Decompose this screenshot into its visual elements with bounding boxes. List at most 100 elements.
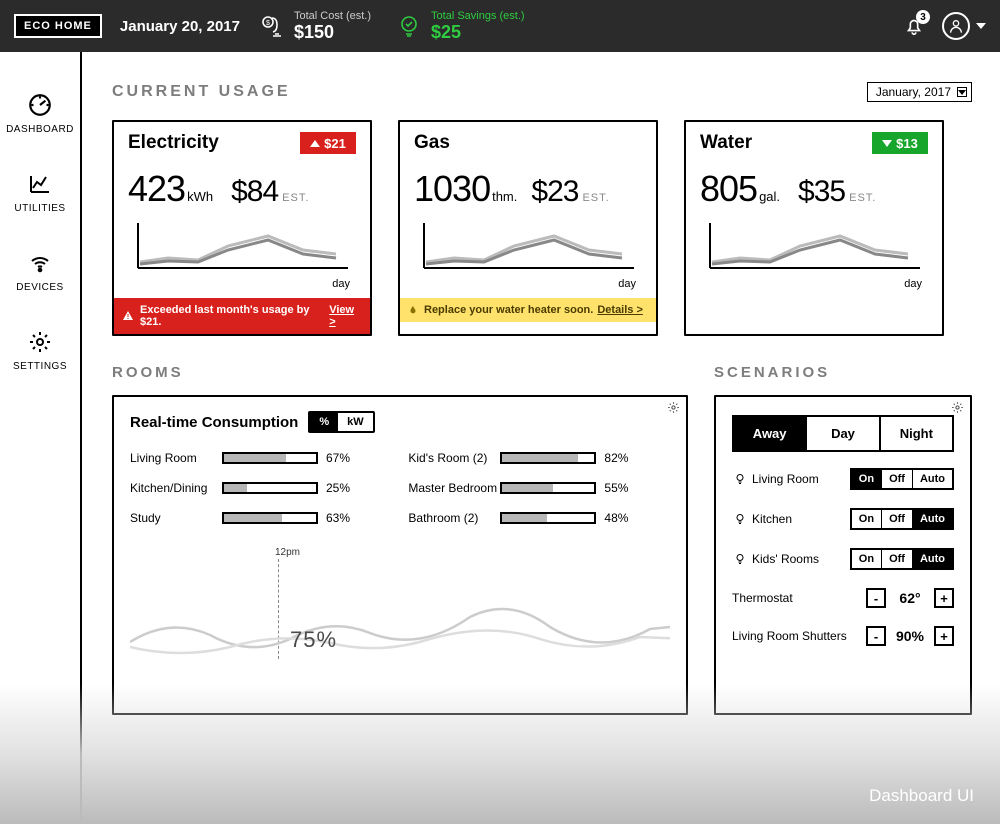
mode-segmented[interactable]: On Off Auto — [850, 468, 954, 490]
alert-exceeded: Exceeded last month's usage by $21. View… — [114, 298, 370, 334]
shutters-decrement[interactable]: - — [866, 626, 886, 646]
thermostat-increment[interactable]: + — [934, 588, 954, 608]
water-card: Water $13 805 gal. $35 EST. day — [684, 120, 944, 336]
thermostat-stepper[interactable]: - 62° + — [866, 588, 954, 608]
gear-icon — [27, 329, 53, 355]
usage-bar — [222, 452, 318, 464]
triangle-down-icon — [882, 140, 892, 147]
room-name: Master Bedroom — [408, 481, 500, 495]
notifications-button[interactable]: 3 — [900, 12, 928, 40]
gauge-icon — [27, 92, 53, 118]
usage-bar — [222, 512, 318, 524]
room-name: Study — [130, 511, 222, 525]
room-row: Living Room 67% — [130, 451, 378, 465]
tab-night[interactable]: Night — [881, 417, 952, 450]
shutters-row: Living Room Shutters - 90% + — [732, 626, 954, 646]
scenario-tabs[interactable]: Away Day Night — [732, 415, 954, 452]
est-label: EST. — [582, 192, 609, 204]
usage-bar — [500, 452, 596, 464]
seg-off[interactable]: Off — [882, 470, 913, 488]
card-sparkline: day — [700, 218, 928, 290]
svg-text:$: $ — [266, 20, 270, 27]
warning-icon — [122, 310, 134, 322]
logo: ECO HOME — [14, 14, 102, 38]
mode-segmented[interactable]: On Off Auto — [850, 548, 954, 570]
card-title: Water — [700, 132, 752, 154]
cost-icon: $ — [258, 12, 286, 40]
triangle-up-icon — [310, 140, 320, 147]
current-date: January 20, 2017 — [120, 18, 240, 35]
sidebar-item-dashboard[interactable]: DASHBOARD — [0, 82, 80, 161]
sidebar-item-utilities[interactable]: UTILITIES — [0, 161, 80, 240]
sidebar-item-devices[interactable]: DEVICES — [0, 240, 80, 319]
bulb-icon — [732, 512, 748, 526]
gas-card: Gas 1030 thm. $23 EST. day Repla — [398, 120, 658, 336]
axis-label: day — [700, 278, 928, 290]
savings-value: $25 — [431, 22, 525, 43]
thermostat-value: 62° — [886, 590, 934, 606]
scenario-name: Kids' Rooms — [752, 552, 850, 566]
card-sparkline: day — [128, 218, 356, 290]
seg-auto[interactable]: Auto — [913, 470, 952, 488]
sidebar-item-settings[interactable]: SETTINGS — [0, 319, 80, 398]
month-selector[interactable]: January, 2017 — [867, 82, 972, 102]
user-menu-caret-icon[interactable] — [976, 23, 986, 29]
room-value: 67% — [326, 451, 350, 465]
toggle-percent[interactable]: % — [310, 413, 338, 431]
user-menu[interactable] — [942, 12, 970, 40]
seg-off[interactable]: Off — [882, 510, 913, 528]
card-title: Electricity — [128, 132, 219, 154]
panel-settings-button[interactable] — [951, 401, 964, 414]
scenarios-panel: Away Day Night Living Room On Off Auto K… — [714, 395, 972, 715]
room-value: 55% — [604, 481, 628, 495]
notification-badge: 3 — [916, 10, 930, 24]
usage-unit: kWh — [187, 189, 213, 204]
thermostat-decrement[interactable]: - — [866, 588, 886, 608]
shutters-value: 90% — [886, 628, 934, 644]
seg-auto[interactable]: Auto — [913, 510, 952, 528]
seg-auto[interactable]: Auto — [913, 550, 952, 568]
seg-off[interactable]: Off — [882, 550, 913, 568]
delta-badge-up: $21 — [300, 132, 356, 154]
room-value: 82% — [604, 451, 628, 465]
bulb-icon — [732, 472, 748, 486]
alert-link[interactable]: View > — [329, 304, 362, 328]
usage-bar — [222, 482, 318, 494]
sidebar: DASHBOARD UTILITIES DEVICES SETTINGS — [0, 52, 82, 824]
delta-value: $13 — [896, 136, 918, 151]
alert-link[interactable]: Details > — [597, 304, 643, 316]
panel-settings-button[interactable] — [667, 401, 680, 414]
room-row: Kitchen/Dining 25% — [130, 481, 378, 495]
tab-away[interactable]: Away — [734, 417, 807, 450]
room-row: Study 63% — [130, 511, 378, 525]
flame-icon — [408, 304, 418, 316]
seg-on[interactable]: On — [852, 510, 882, 528]
scenario-name: Living Room — [752, 472, 850, 486]
seg-on[interactable]: On — [852, 550, 882, 568]
cost-amount: $84 — [231, 175, 278, 209]
mode-segmented[interactable]: On Off Auto — [850, 508, 954, 530]
est-label: EST. — [849, 192, 876, 204]
scenario-name: Kitchen — [752, 512, 850, 526]
delta-badge-down: $13 — [872, 132, 928, 154]
tab-day[interactable]: Day — [807, 417, 880, 450]
scenario-row: Kids' Rooms On Off Auto — [732, 548, 954, 570]
cost-amount: $23 — [531, 175, 578, 209]
shutters-stepper[interactable]: - 90% + — [866, 626, 954, 646]
room-name: Living Room — [130, 451, 222, 465]
axis-label: day — [414, 278, 642, 290]
shutters-increment[interactable]: + — [934, 626, 954, 646]
chevron-down-icon — [957, 87, 967, 97]
scenario-row: Living Room On Off Auto — [732, 468, 954, 490]
seg-on[interactable]: On — [852, 470, 882, 488]
room-name: Kitchen/Dining — [130, 481, 222, 495]
room-row: Bathroom (2) 48% — [408, 511, 656, 525]
main-content: CURRENT USAGE January, 2017 Electricity … — [82, 52, 1000, 824]
unit-toggle[interactable]: % kW — [308, 411, 374, 433]
savings-label: Total Savings (est.) — [431, 10, 525, 22]
card-sparkline: day — [414, 218, 642, 290]
toggle-kw[interactable]: kW — [338, 413, 373, 431]
chart-icon — [27, 171, 53, 197]
alert-text: Replace your water heater soon. — [424, 304, 593, 316]
current-usage-title: CURRENT USAGE — [112, 83, 291, 101]
